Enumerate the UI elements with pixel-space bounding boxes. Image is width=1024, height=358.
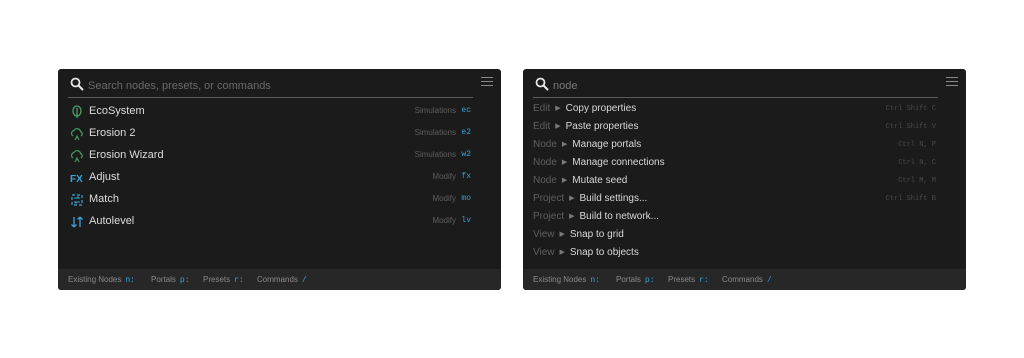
- command-context: Edit: [533, 121, 551, 132]
- arrow-icon: ▶: [561, 177, 568, 184]
- command-label: Build to network...: [579, 211, 659, 222]
- command-label: Build settings...: [579, 193, 648, 204]
- command-keys: Ctrl Shift C: [885, 105, 936, 113]
- command-label: Snap to objects: [569, 247, 639, 258]
- command-row[interactable]: Project ▶ Build to network...: [523, 209, 966, 227]
- command-row[interactable]: Node ▶ Manage connections Ctrl N, C: [523, 155, 966, 173]
- command-context: Node: [533, 175, 557, 186]
- arrow-icon: ▶: [561, 141, 568, 148]
- hamburger-menu-icon[interactable]: [481, 77, 493, 89]
- command-row[interactable]: Node ▶ Manage portals Ctrl N, P: [523, 137, 966, 155]
- item-label: Match: [89, 193, 119, 205]
- item-label: Erosion Wizard: [89, 149, 164, 161]
- arrow-icon: ▶: [569, 195, 575, 202]
- command-label: Paste properties: [565, 121, 639, 132]
- item-shortcut: fx: [461, 172, 471, 181]
- filter-portals[interactable]: Portals p:: [616, 275, 655, 285]
- arrow-icon: ▶: [561, 159, 568, 166]
- list-item-erosion-2[interactable]: Erosion 2 Simulations e2: [58, 123, 501, 145]
- cloud-terrain-icon: [70, 150, 83, 163]
- arrow-icon: ▶: [555, 105, 561, 112]
- item-shortcut: lv: [461, 216, 471, 225]
- level-arrows-icon: [71, 216, 83, 228]
- filter-presets[interactable]: Presets r:: [203, 275, 244, 285]
- list-item-ecosystem[interactable]: EcoSystem Simulations ec: [58, 101, 501, 123]
- item-category: Modify: [432, 216, 456, 225]
- command-row[interactable]: View ▶ Snap to objects: [523, 245, 966, 263]
- item-shortcut: e2: [461, 128, 471, 137]
- search-input[interactable]: [553, 78, 933, 94]
- list-item-autolevel[interactable]: Autolevel Modify lv: [58, 211, 501, 233]
- filter-existing-nodes[interactable]: Existing Nodes n:: [533, 275, 600, 285]
- filter-existing-nodes[interactable]: Existing Nodes n:: [68, 275, 135, 285]
- command-label: Manage portals: [572, 139, 642, 150]
- item-shortcut: ec: [461, 106, 471, 115]
- search-input[interactable]: [88, 78, 468, 94]
- cloud-terrain-icon: [70, 128, 83, 141]
- filter-commands[interactable]: Commands /: [722, 275, 772, 285]
- command-keys: Ctrl Shift B: [885, 195, 936, 203]
- search-bar: [68, 75, 493, 99]
- arrow-icon: ▶: [559, 249, 565, 256]
- item-label: EcoSystem: [89, 105, 145, 117]
- command-row[interactable]: Edit ▶ Copy properties Ctrl Shift C: [523, 101, 966, 119]
- command-context: Node: [533, 139, 557, 150]
- filter-presets[interactable]: Presets r:: [668, 275, 709, 285]
- swap-frame-icon: [71, 194, 83, 206]
- command-palette-commands: Edit▶Copy properties Ctrl Shift C Edit▶P…: [523, 69, 966, 290]
- command-row[interactable]: Node ▶ Mutate seed Ctrl M, M: [523, 173, 966, 191]
- item-category: Simulations: [414, 106, 456, 115]
- command-label: Manage connections: [572, 157, 665, 168]
- hamburger-menu-icon[interactable]: [946, 77, 958, 89]
- leaf-icon: [72, 105, 82, 118]
- item-category: Simulations: [414, 128, 456, 137]
- command-context: Edit: [533, 103, 551, 114]
- search-underline: [68, 97, 473, 98]
- item-label: Adjust: [89, 171, 120, 183]
- command-label: Copy properties: [565, 103, 637, 114]
- list-item-adjust[interactable]: FX Adjust Modify fx: [58, 167, 501, 189]
- command-row[interactable]: Edit ▶ Paste properties Ctrl Shift V: [523, 119, 966, 137]
- command-keys: Ctrl N, C: [898, 159, 936, 167]
- command-keys: Ctrl N, P: [898, 141, 936, 149]
- command-keys: Ctrl M, M: [898, 177, 936, 185]
- search-bar: [533, 75, 958, 99]
- item-category: Modify: [432, 194, 456, 203]
- arrow-icon: ▶: [555, 123, 561, 130]
- item-category: Modify: [432, 172, 456, 181]
- filter-footer: Existing Nodes n: Portals p: Presets r: Com…: [523, 269, 966, 290]
- fx-icon: FX: [70, 174, 83, 185]
- command-context: View: [533, 247, 555, 258]
- search-underline: [533, 97, 938, 98]
- item-shortcut: w2: [461, 150, 471, 159]
- command-keys: Ctrl Shift V: [885, 123, 936, 131]
- filter-commands[interactable]: Commands /: [257, 275, 307, 285]
- item-label: Autolevel: [89, 215, 135, 227]
- svg-text:FX: FX: [70, 174, 83, 185]
- command-context: Project: [533, 193, 565, 204]
- filter-footer: Existing Nodes n: Portals p: Presets r: Com…: [58, 269, 501, 290]
- arrow-icon: ▶: [559, 231, 565, 238]
- item-label: Erosion 2: [89, 127, 136, 139]
- search-icon: [535, 77, 549, 91]
- command-context: View: [533, 229, 555, 240]
- command-context: Node: [533, 157, 557, 168]
- list-item-match[interactable]: Match Modify mo: [58, 189, 501, 211]
- item-category: Simulations: [414, 150, 456, 159]
- command-label: Snap to grid: [569, 229, 624, 240]
- search-icon: [70, 77, 84, 91]
- command-context: Project: [533, 211, 565, 222]
- command-palette-nodes: EcoSystem Simulations ec Erosion 2 Simul…: [58, 69, 501, 290]
- command-label: Mutate seed: [572, 175, 628, 186]
- filter-portals[interactable]: Portals p:: [151, 275, 190, 285]
- arrow-icon: ▶: [569, 213, 575, 220]
- item-shortcut: mo: [461, 194, 471, 203]
- command-row[interactable]: Project ▶ Build settings... Ctrl Shift B: [523, 191, 966, 209]
- list-item-erosion-wizard[interactable]: Erosion Wizard Simulations w2: [58, 145, 501, 167]
- command-row[interactable]: View ▶ Snap to grid: [523, 227, 966, 245]
